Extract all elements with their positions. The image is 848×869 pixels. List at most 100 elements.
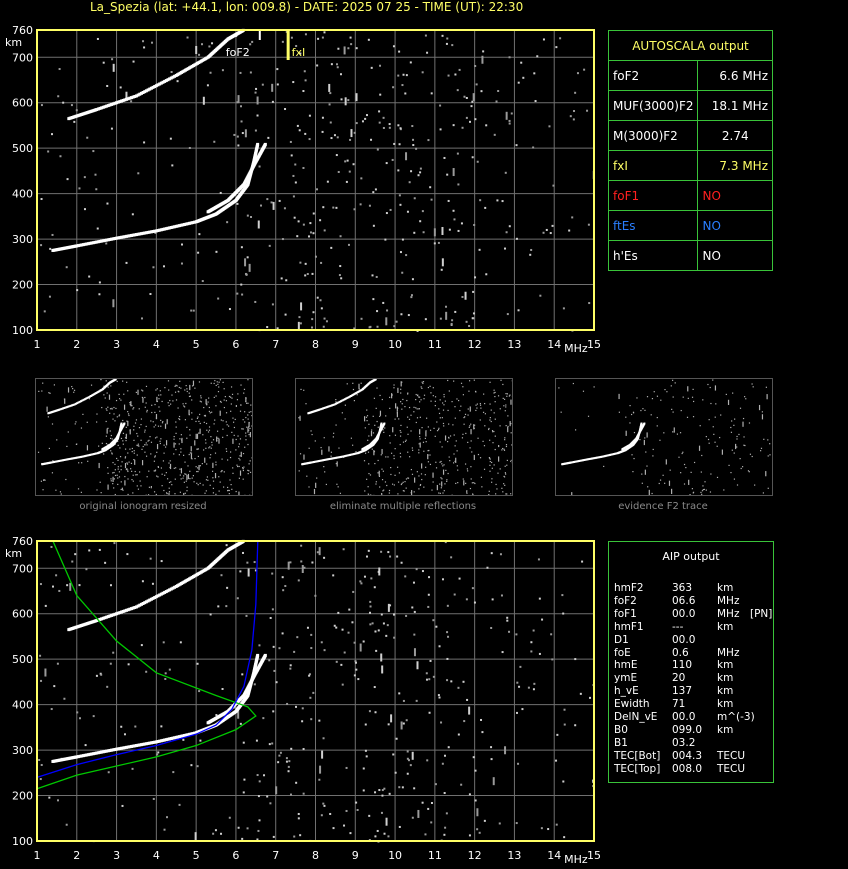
- noise-speck: [351, 621, 354, 624]
- noise-speck: [411, 125, 414, 128]
- noise-speck: [225, 605, 228, 608]
- thumb-speck: [137, 435, 139, 437]
- thumb-speck: [325, 483, 327, 486]
- noise-speck: [320, 814, 323, 817]
- thumb-speck: [644, 437, 646, 439]
- thumb-speck: [455, 440, 457, 442]
- thumb-speck: [239, 438, 242, 440]
- thumb-speck: [723, 489, 725, 491]
- thumb-speck: [712, 426, 714, 428]
- noise-speck: [169, 137, 172, 140]
- noise-speck: [397, 169, 400, 172]
- noise-speck: [241, 837, 244, 840]
- noise-speck: [162, 265, 165, 268]
- noise-speck: [400, 721, 403, 730]
- noise-speck: [308, 138, 311, 141]
- thumb-speck: [467, 470, 469, 472]
- thumb-speck: [218, 438, 220, 444]
- noise-speck: [471, 156, 474, 159]
- thumb-speck: [358, 383, 360, 389]
- noise-speck: [438, 696, 441, 699]
- noise-speck: [40, 679, 43, 682]
- thumb-speck: [453, 462, 455, 464]
- noise-speck: [73, 120, 76, 123]
- thumb-speck: [509, 394, 511, 396]
- thumb-speck: [236, 399, 239, 401]
- thumb-speck: [142, 445, 144, 448]
- noise-speck: [539, 294, 542, 297]
- noise-speck: [413, 610, 416, 613]
- noise-speck: [348, 608, 351, 611]
- aip-value: 099.0: [672, 723, 703, 736]
- thumb-speck: [733, 424, 735, 426]
- thumb-speck: [298, 417, 300, 419]
- thumb-speck: [216, 436, 218, 442]
- thumb-speck: [492, 431, 494, 433]
- thumb-speck: [239, 459, 241, 461]
- thumb-speck: [49, 392, 51, 394]
- noise-speck: [328, 83, 331, 92]
- noise-speck: [541, 618, 544, 621]
- noise-speck: [443, 792, 446, 795]
- noise-speck: [462, 680, 465, 683]
- thumb-speck: [506, 459, 508, 462]
- thumb-speck: [748, 422, 751, 424]
- thumb-speck: [398, 472, 401, 474]
- noise-speck: [499, 553, 502, 556]
- thumb-speck: [330, 451, 333, 453]
- noise-speck: [244, 272, 247, 275]
- noise-speck: [271, 608, 274, 611]
- noise-speck: [190, 764, 193, 767]
- thumb-speck: [244, 421, 246, 423]
- thumb-speck: [496, 488, 498, 490]
- thumb-speck: [460, 405, 462, 407]
- noise-speck: [443, 156, 446, 159]
- thumb-speck: [399, 443, 401, 446]
- thumb-speck: [197, 455, 200, 458]
- thumb-speck: [390, 452, 393, 454]
- thumb-speck: [489, 470, 491, 472]
- thumb-speck: [698, 445, 701, 451]
- noise-speck: [505, 231, 508, 234]
- thumb-speck: [632, 411, 635, 413]
- noise-speck: [285, 279, 288, 282]
- thumb-speck: [419, 483, 422, 486]
- thumb-trace-point: [643, 422, 646, 425]
- thumb-speck: [439, 483, 441, 485]
- noise-speck: [398, 50, 401, 53]
- thumb-speck: [150, 420, 152, 422]
- noise-speck: [51, 233, 54, 236]
- aip-unit: MHz: [717, 607, 740, 620]
- thumb-speck: [442, 422, 445, 425]
- thumb-speck: [367, 451, 370, 453]
- noise-speck: [243, 778, 246, 781]
- thumb-speck: [501, 449, 503, 451]
- noise-speck: [440, 721, 443, 724]
- noise-speck: [237, 826, 240, 829]
- noise-speck: [330, 63, 333, 66]
- noise-speck: [341, 628, 344, 631]
- noise-speck: [51, 585, 54, 588]
- noise-speck: [421, 570, 424, 573]
- thumb-speck: [747, 470, 750, 472]
- noise-speck: [388, 126, 391, 129]
- noise-speck: [409, 61, 412, 64]
- noise-speck: [411, 751, 414, 760]
- noise-speck: [236, 597, 239, 600]
- noise-speck: [226, 586, 229, 589]
- noise-speck: [290, 36, 293, 39]
- thumb-speck: [185, 402, 187, 405]
- autoscala-row-muf: MUF(3000)F2 18.1 MHz: [607, 90, 773, 121]
- thumb-speck: [651, 398, 654, 400]
- thumb-speck: [427, 454, 429, 456]
- thumb-speck: [705, 435, 707, 438]
- thumb-speck: [456, 465, 458, 467]
- thumb-speck: [214, 419, 216, 421]
- y-tick-label: 200: [12, 790, 33, 803]
- aip-name: foF2: [614, 594, 637, 607]
- thumb-speck: [425, 431, 427, 437]
- thumb-speck: [490, 409, 492, 411]
- thumb-speck: [505, 393, 507, 395]
- noise-speck: [254, 129, 257, 132]
- thumb-speck: [153, 491, 156, 493]
